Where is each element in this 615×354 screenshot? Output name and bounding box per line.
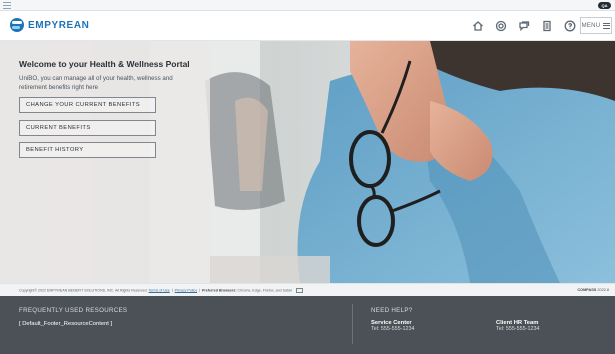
current-benefits-button[interactable]: CURRENT BENEFITS bbox=[19, 120, 156, 136]
resources-title: FREQUENTLY USED RESOURCES bbox=[19, 307, 128, 314]
hamburger-icon[interactable] bbox=[3, 2, 11, 9]
menu-icon bbox=[603, 21, 611, 30]
resources-content: [ Default_Footer_ResourceContent ] bbox=[19, 321, 113, 327]
top-strip: QA bbox=[0, 0, 615, 11]
service-center-contact: Service Center Tel: 555-555-1234 bbox=[371, 320, 414, 332]
menu-button[interactable]: MENU bbox=[580, 17, 612, 34]
logo-text: EMPYREAN bbox=[28, 19, 90, 31]
resources-section: FREQUENTLY USED RESOURCES [ Default_Foot… bbox=[19, 307, 127, 327]
client-hr-phone[interactable]: Tel: 555-555-1234 bbox=[496, 326, 539, 332]
version-info: COMPASS 2022.8 bbox=[577, 288, 609, 292]
empyrean-logo[interactable]: EMPYREAN bbox=[10, 18, 89, 32]
terms-of-use-link[interactable]: Terms of Use bbox=[149, 288, 170, 292]
help-circle-icon[interactable] bbox=[494, 19, 508, 33]
document-icon[interactable] bbox=[540, 19, 554, 33]
header-icons bbox=[471, 19, 577, 33]
question-icon[interactable] bbox=[563, 19, 577, 33]
privacy-policy-link[interactable]: Privacy Policy bbox=[175, 288, 197, 292]
copyright-text: Copyright© 2022 EMPYREAN BENEFIT SOLUTIO… bbox=[19, 288, 148, 293]
preferred-browsers-label: Preferred Browsers: bbox=[201, 288, 237, 293]
site-footer: FREQUENTLY USED RESOURCES [ Default_Foot… bbox=[0, 296, 615, 354]
benefit-history-button[interactable]: BENEFIT HISTORY bbox=[19, 142, 156, 158]
chat-icon[interactable] bbox=[517, 19, 531, 33]
site-header: EMPYREAN MENU bbox=[0, 11, 615, 41]
client-hr-contact: Client HR Team Tel: 555-555-1234 bbox=[496, 320, 539, 332]
copyright-text-row: Copyright© 2022 EMPYREAN BENEFIT SOLUTIO… bbox=[19, 288, 304, 293]
home-icon[interactable] bbox=[471, 19, 485, 33]
welcome-intro: UniBO, you can manage all of your health… bbox=[19, 75, 173, 91]
service-center-phone[interactable]: Tel: 555-555-1234 bbox=[371, 326, 414, 332]
version-number: 2022.8 bbox=[597, 288, 609, 292]
environment-badge: QA bbox=[598, 2, 611, 9]
change-benefits-button[interactable]: CHANGE YOUR CURRENT BENEFITS bbox=[19, 97, 156, 113]
browser-window-icon bbox=[296, 288, 304, 293]
help-title: NEED HELP? bbox=[371, 307, 413, 314]
hero-banner: Welcome to your Health & Wellness Portal… bbox=[0, 41, 615, 283]
welcome-title: Welcome to your Health & Wellness Portal bbox=[19, 59, 190, 69]
menu-label: MENU bbox=[581, 22, 601, 29]
compass-logo: COMPASS bbox=[577, 288, 597, 292]
separator: | bbox=[199, 288, 200, 293]
footer-divider bbox=[352, 304, 353, 344]
browsers-list: Chrome, Edge, Firefox, and Safari bbox=[237, 288, 293, 293]
empyrean-logo-icon bbox=[10, 18, 24, 32]
copyright-bar: Copyright© 2022 EMPYREAN BENEFIT SOLUTIO… bbox=[0, 283, 615, 296]
separator: | bbox=[171, 288, 173, 293]
